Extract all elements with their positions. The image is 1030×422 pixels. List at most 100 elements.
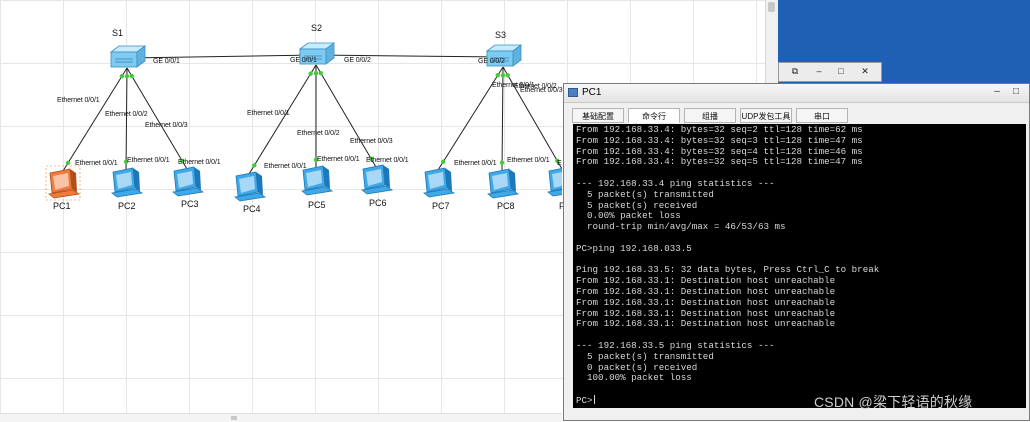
port-status-dot [65, 160, 71, 165]
port-label: Ethernet 0/0/3 [145, 122, 188, 129]
port-status-dot [119, 74, 125, 79]
port-label: GE 0/0/1 [290, 57, 317, 64]
pc-icon [361, 164, 394, 195]
tab-multicast[interactable]: 组播 [684, 108, 736, 123]
s2-label: S2 [311, 23, 323, 33]
link-s1-pc2[interactable] [125, 67, 128, 171]
prompt-text: PC> [576, 394, 593, 406]
nodes-layer [45, 42, 562, 202]
pc-icon [172, 166, 205, 197]
port-label: GE 0/0/1 [153, 58, 180, 65]
pc8-label: PC8 [497, 201, 515, 211]
pc7-label: PC7 [432, 201, 450, 211]
link-s1-pc1[interactable] [62, 67, 128, 172]
port-label: Ethernet 0/0/1 [317, 156, 360, 163]
pc8-node[interactable] [487, 168, 520, 199]
port-label: Ethernet 0/0/1 [247, 110, 290, 117]
port-label: E [557, 160, 562, 167]
link-s2-pc6[interactable] [315, 64, 377, 168]
pc-icon [423, 167, 456, 198]
port-label: GE 0/0/2 [478, 58, 505, 65]
terminal-window-icon [568, 88, 578, 97]
port-label: Ethernet 0/0/1 [366, 157, 409, 164]
window-titlebar[interactable]: PC1 – □ [564, 84, 1029, 103]
port-status-dot [318, 70, 323, 76]
command-line-terminal[interactable]: From 192.168.33.4: bytes=32 seq=2 ttl=12… [573, 124, 1026, 408]
terminal-line: From 192.168.33.4: bytes=32 seq=3 ttl=12… [576, 134, 863, 146]
link-s2-pc4[interactable] [248, 64, 317, 175]
pc1-label: PC1 [53, 201, 71, 211]
terminal-line: 5 packet(s) transmitted [576, 188, 714, 200]
scroll-thumb[interactable] [768, 2, 775, 12]
port-label: Ethernet 0/0/1 [507, 157, 550, 164]
port-status-dot [313, 71, 319, 76]
port-status-dot [500, 73, 506, 78]
text-cursor [593, 394, 595, 404]
s1-node[interactable] [109, 45, 147, 68]
link-s1-pc3[interactable] [126, 67, 188, 170]
pc-icon [301, 165, 334, 196]
pc6-node[interactable] [361, 164, 394, 195]
switch-icon [109, 45, 147, 68]
pc7-node[interactable] [423, 167, 456, 198]
window-title: PC1 [582, 87, 602, 98]
tab-udp-tool[interactable]: UDP发包工具 [740, 108, 792, 123]
port-label: Ethernet 0/0/1 [454, 160, 497, 167]
port-label: Ethernet 0/0/2 [297, 130, 340, 137]
minimize-icon[interactable]: – [809, 65, 829, 78]
port-status-dot [499, 160, 505, 165]
s3-label: S3 [495, 30, 507, 40]
pc-icon [111, 167, 144, 198]
terminal-line: 5 packet(s) transmitted [576, 350, 714, 362]
port-status-dot [495, 73, 500, 78]
pc-icon [487, 168, 520, 199]
pc6-label: PC6 [369, 198, 387, 208]
tab-command-line[interactable]: 命令行 [628, 108, 680, 123]
terminal-line: From 192.168.33.1: Destination host unre… [576, 318, 836, 330]
port-status-dot [129, 73, 134, 79]
port-status-dot [441, 159, 446, 164]
maximize-button[interactable]: □ [1008, 86, 1024, 99]
port-status-dot [505, 72, 510, 78]
pc2-node[interactable] [111, 167, 144, 198]
restore-icon[interactable]: ⧉ [785, 65, 805, 78]
minimize-button[interactable]: – [989, 86, 1005, 99]
terminal-line: From 192.168.33.1: Destination host unre… [576, 296, 836, 308]
tab-serial[interactable]: 串口 [796, 108, 848, 123]
pc-icon [45, 165, 81, 201]
tab-basic-config[interactable]: 基础配置 [572, 108, 624, 123]
terminal-line: 100.00% packet loss [576, 372, 692, 384]
pc4-node[interactable] [234, 171, 267, 202]
pc5-label: PC5 [308, 200, 326, 210]
s1-label: S1 [112, 28, 124, 38]
watermark: CSDN @梁下轻语的秋缘 [814, 394, 973, 410]
pc-icon [547, 167, 562, 197]
pc3-label: PC3 [181, 199, 199, 209]
port-status-dot [124, 73, 130, 79]
pc3-node[interactable] [172, 166, 205, 197]
pc4-label: PC4 [243, 204, 261, 214]
pc2-label: PC2 [118, 201, 136, 211]
port-label: GE 0/0/2 [344, 57, 371, 64]
close-icon[interactable]: ✕ [855, 65, 875, 78]
background-window-titlebar[interactable]: ⧉ – □ ✕ [778, 62, 882, 82]
port-label: Ethernet 0/0/1 [127, 157, 170, 164]
port-label: Ethernet 0/0/1 [57, 97, 100, 104]
terminal-line: PC>ping 192.168.033.5 [576, 242, 692, 254]
pc1-console-window[interactable]: PC1 – □ 基础配置 命令行 组播 UDP发包工具 串口 From 192.… [563, 83, 1030, 421]
pc1-node[interactable] [45, 165, 81, 201]
scroll-thumb[interactable] [231, 416, 237, 420]
port-label: Ethernet 0/0/3 [520, 87, 563, 94]
maximize-icon[interactable]: □ [831, 65, 851, 78]
pc9-node[interactable] [547, 167, 562, 197]
port-status-dot [252, 163, 257, 168]
port-label: Ethernet 0/0/1 [264, 163, 307, 170]
port-label: Ethernet 0/0/1 [178, 159, 221, 166]
port-label: Ethernet 0/0/2 [105, 111, 148, 118]
pc5-node[interactable] [301, 165, 334, 196]
terminal-line: round-trip min/avg/max = 46/53/63 ms [576, 221, 786, 233]
port-label: Ethernet 0/0/1 [75, 160, 118, 167]
terminal-line: From 192.168.33.4: bytes=32 seq=5 ttl=12… [576, 156, 863, 168]
port-label: Ethernet 0/0/3 [350, 138, 393, 145]
port-status-dot [308, 71, 313, 76]
